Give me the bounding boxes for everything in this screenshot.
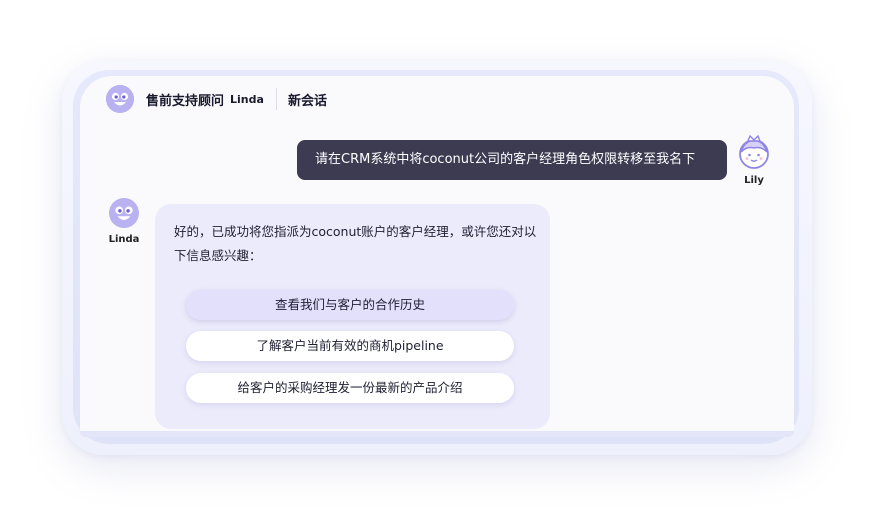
bot-avatar-icon[interactable]	[106, 85, 134, 113]
user-avatar: Lily	[732, 134, 776, 186]
suggestion-pipeline[interactable]: 了解客户当前有效的商机pipeline	[186, 331, 514, 361]
smiling-face-icon	[109, 198, 139, 228]
bot-name: Linda	[108, 234, 140, 245]
stage: 售前支持顾问 Linda 新会话 请在CRM系统中将coconut公司的客户经理…	[0, 0, 876, 521]
girl-with-crown-icon	[739, 134, 769, 169]
user-name: Lily	[744, 175, 764, 186]
advisor-title: 售前支持顾问	[146, 93, 225, 109]
bot-avatar: Linda	[102, 198, 146, 245]
user-message-bubble: 请在CRM系统中将coconut公司的客户经理角色权限转移至我名下	[297, 140, 727, 180]
new-chat-button[interactable]: 新会话	[288, 90, 327, 109]
bot-reply-text: 好的，已成功将您指派为coconut账户的客户经理，或许您还对以下信息感兴趣：	[174, 224, 537, 263]
chat-window: 售前支持顾问 Linda 新会话 请在CRM系统中将coconut公司的客户经理…	[80, 76, 794, 437]
bot-message-bubble: 好的，已成功将您指派为coconut账户的客户经理，或许您还对以下信息感兴趣： …	[155, 204, 550, 429]
suggestion-cooperation-history[interactable]: 查看我们与客户的合作历史	[186, 290, 514, 320]
header-divider	[275, 88, 277, 110]
suggestion-product-intro[interactable]: 给客户的采购经理发一份最新的产品介绍	[186, 373, 514, 403]
chat-header: 售前支持顾问 Linda 新会话	[106, 84, 327, 114]
advisor-name: Linda	[230, 92, 264, 106]
